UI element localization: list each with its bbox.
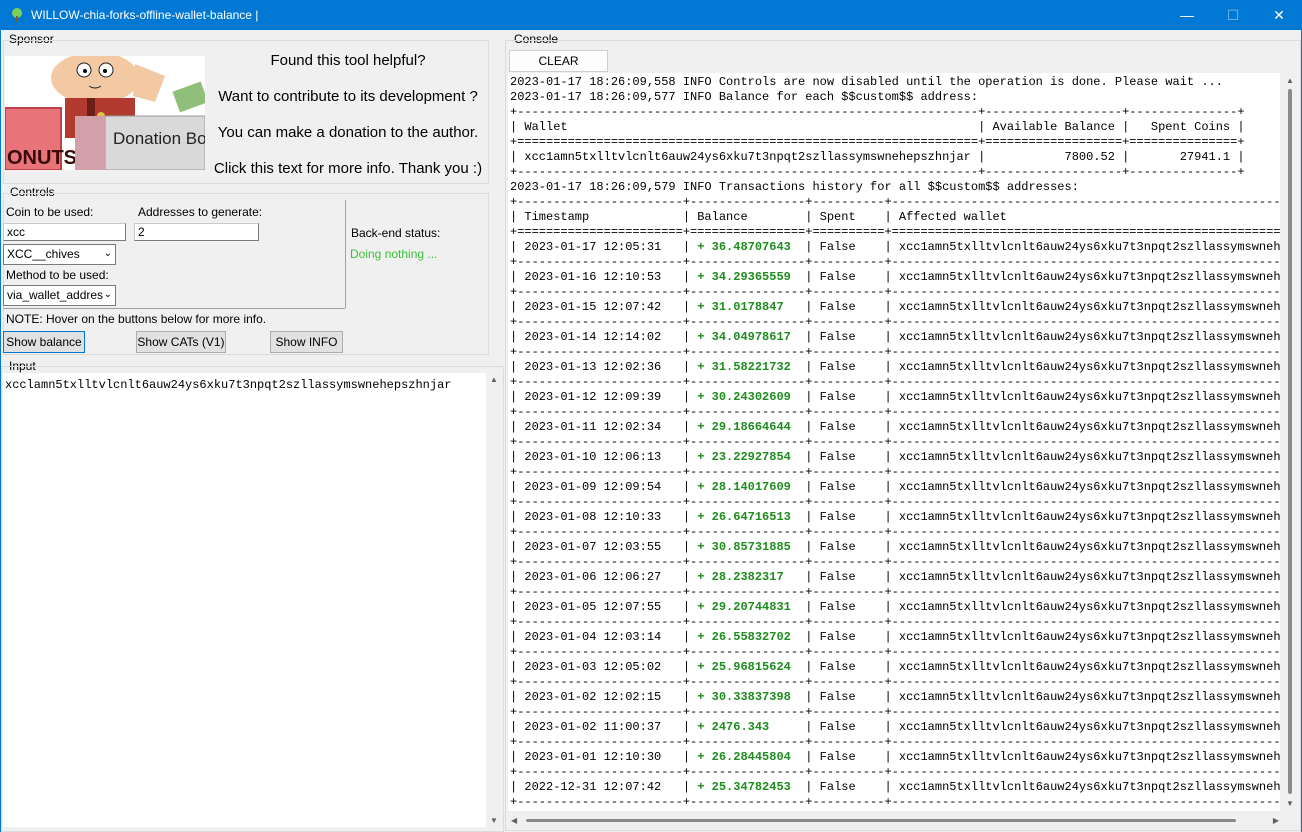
donation-box-image[interactable]: ONUTS Donation Box [5, 56, 205, 170]
chevron-down-icon: ⌄ [103, 289, 112, 300]
minimize-button[interactable]: — [1164, 0, 1210, 30]
method-select[interactable]: via_wallet_addres ⌄ [3, 285, 116, 306]
method-label: Method to be used: [6, 268, 109, 282]
title-bar: WILLOW-chia-forks-offline-wallet-balance… [0, 0, 1302, 30]
addresses-input[interactable] [134, 223, 259, 241]
sponsor-line-1[interactable]: Found this tool helpful? [208, 52, 488, 69]
note-text: NOTE: Hover on the buttons below for mor… [6, 312, 267, 326]
scroll-left-icon[interactable]: ◀ [511, 816, 517, 825]
coin-input[interactable] [3, 223, 126, 241]
show-info-button[interactable]: Show INFO [270, 331, 343, 353]
controls-divider [345, 200, 346, 308]
sponsor-line-4[interactable]: Click this text for more info. Thank you… [208, 160, 488, 177]
scroll-down-icon[interactable]: ▼ [1286, 799, 1294, 808]
console-vertical-scrollbar[interactable]: ▲ ▼ [1282, 73, 1299, 811]
coin-select-value: XCC__chives [7, 247, 80, 261]
maximize-icon: ☐ [1226, 6, 1240, 23]
console-horizontal-scrollbar[interactable]: ◀ ▶ [508, 813, 1282, 828]
clear-console-button[interactable]: CLEAR CONSOLE [509, 50, 608, 88]
coin-label: Coin to be used: [6, 205, 94, 219]
window-title: WILLOW-chia-forks-offline-wallet-balance… [31, 8, 259, 22]
console-log-text: 2023-01-17 18:26:09,558 INFO Controls ar… [510, 75, 1280, 809]
scroll-down-icon[interactable]: ▼ [490, 816, 498, 825]
show-cats-button[interactable]: Show CATs (V1) [136, 331, 226, 353]
method-select-value: via_wallet_addres [7, 288, 104, 302]
donuts-text: ONUTS [7, 147, 77, 169]
input-scrollbar[interactable]: ▲ ▼ [487, 373, 502, 827]
input-textarea[interactable]: xcclamn5txlltvlcnlt6auw24ys6xku7t3npqt2s… [3, 373, 486, 827]
scroll-up-icon[interactable]: ▲ [1286, 76, 1294, 85]
backend-status-label: Back-end status: [351, 226, 441, 240]
show-balance-button[interactable]: Show balance [3, 331, 85, 353]
console-output[interactable]: 2023-01-17 18:26:09,558 INFO Controls ar… [508, 73, 1280, 811]
scroll-thumb[interactable] [1288, 89, 1292, 794]
maximize-button[interactable]: ☐ [1210, 0, 1256, 30]
chevron-down-icon: ⌄ [103, 248, 112, 259]
controls-divider-horizontal [3, 308, 345, 309]
backend-status-value: Doing nothing ... [350, 247, 438, 261]
coin-select[interactable]: XCC__chives ⌄ [3, 244, 116, 265]
minimize-icon: — [1180, 7, 1194, 23]
scroll-thumb[interactable] [526, 819, 1236, 822]
close-icon: ✕ [1273, 6, 1285, 23]
tree-icon [12, 8, 22, 22]
scroll-up-icon[interactable]: ▲ [490, 375, 498, 384]
close-button[interactable]: ✕ [1256, 0, 1302, 30]
donation-box-text: Donation Box [113, 129, 205, 148]
addresses-label: Addresses to generate: [138, 205, 263, 219]
scroll-right-icon[interactable]: ▶ [1273, 816, 1279, 825]
sponsor-line-2[interactable]: Want to contribute to its development ? [208, 88, 488, 105]
sponsor-line-3[interactable]: You can make a donation to the author. [208, 124, 488, 141]
